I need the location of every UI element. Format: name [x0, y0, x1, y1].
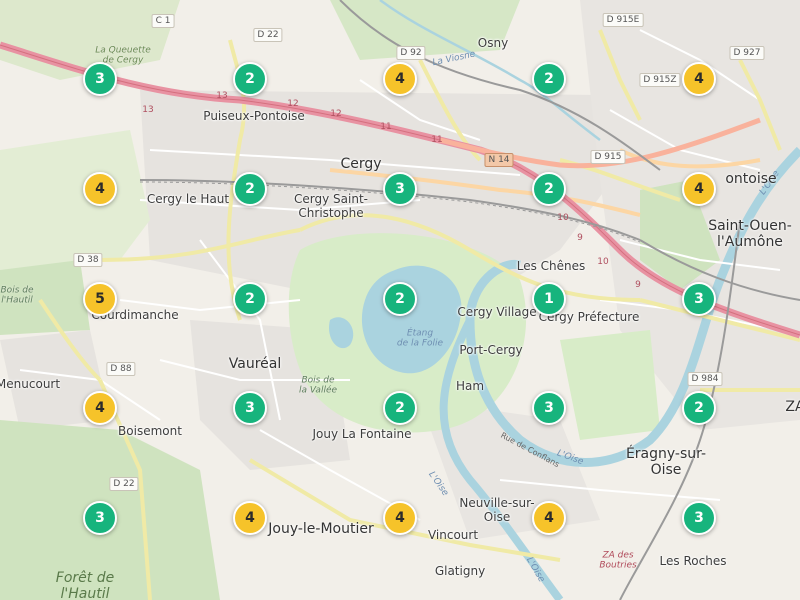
road-ref-d915z: D 915Z: [639, 73, 681, 87]
place-neuville-sur-oise: Neuville-sur- Oise: [459, 496, 535, 524]
place-eragny-sur-oise: Éragny-sur- Oise: [625, 445, 707, 478]
exit-number: 11: [431, 134, 443, 145]
cluster-marker[interactable]: 3: [682, 501, 716, 535]
place-jouy-le-moutier: Jouy-le-Moutier: [268, 520, 374, 537]
road-ref-n14: N 14: [484, 153, 514, 167]
cluster-marker[interactable]: 3: [233, 391, 267, 425]
exit-number: 10: [597, 256, 609, 267]
place-cergy-village: Cergy Village: [457, 305, 537, 320]
place-saint-ouen-laumone: Saint-Ouen- l'Aumône: [708, 217, 792, 250]
cluster-marker[interactable]: 4: [383, 501, 417, 535]
road-ref-d984: D 984: [687, 372, 723, 386]
cluster-marker[interactable]: 4: [682, 172, 716, 206]
label-bois-hautil: Bois de l'Hautil: [0, 285, 34, 306]
cluster-marker[interactable]: 4: [83, 172, 117, 206]
cluster-marker[interactable]: 2: [233, 172, 267, 206]
cluster-marker[interactable]: 4: [532, 501, 566, 535]
place-les-chenes: Les Chênes: [516, 259, 586, 274]
cluster-marker[interactable]: 3: [682, 282, 716, 316]
cluster-marker[interactable]: 2: [233, 62, 267, 96]
cluster-marker[interactable]: 4: [383, 62, 417, 96]
place-cergy: Cergy: [340, 155, 382, 172]
exit-number: 13: [142, 104, 154, 115]
farmland: [0, 130, 150, 270]
label-za-boutries: ZA des Boutries: [599, 550, 637, 571]
road-ref-d22-south: D 22: [109, 477, 139, 491]
cluster-marker[interactable]: 2: [682, 391, 716, 425]
cluster-marker[interactable]: 2: [233, 282, 267, 316]
cluster-marker[interactable]: 3: [83, 62, 117, 96]
place-cergy-le-haut: Cergy le Haut: [146, 192, 230, 207]
cluster-marker[interactable]: 1: [532, 282, 566, 316]
road-ref-d915e: D 915E: [602, 13, 644, 27]
road-ref-d88: D 88: [106, 362, 136, 376]
place-glatigny: Glatigny: [434, 564, 486, 579]
exit-number: 11: [380, 121, 392, 132]
road-ref-d927: D 927: [729, 46, 765, 60]
place-boisemont: Boisemont: [118, 424, 182, 439]
cluster-marker[interactable]: 4: [233, 501, 267, 535]
cluster-marker[interactable]: 5: [83, 282, 117, 316]
label-bois-vallee: Bois de la Vallée: [298, 375, 338, 396]
cluster-marker[interactable]: 2: [532, 62, 566, 96]
road-ref-d38: D 38: [73, 253, 103, 267]
cluster-marker[interactable]: 4: [682, 62, 716, 96]
place-pontoise: ontoise: [725, 170, 777, 187]
road-ref-d92: D 92: [396, 46, 426, 60]
place-vaureal: Vauréal: [228, 355, 282, 372]
cluster-marker[interactable]: 4: [83, 391, 117, 425]
place-osny: Osny: [477, 36, 509, 51]
map-canvas[interactable]: C 1 D 22 D 92 D 915E D 927 D 915Z D 915 …: [0, 0, 800, 600]
exit-number: 10: [557, 212, 569, 223]
cluster-marker[interactable]: 2: [532, 172, 566, 206]
exit-number: 12: [330, 108, 342, 119]
label-etang: Étang de la Folie: [396, 328, 444, 349]
place-les-roches: Les Roches: [659, 554, 727, 569]
place-jouy-la-fontaine: Jouy La Fontaine: [312, 427, 412, 442]
place-puiseux-pontoise: Puiseux-Pontoise: [203, 109, 305, 124]
exit-number: 12: [287, 98, 299, 109]
road-ref-d915: D 915: [590, 150, 626, 164]
cluster-marker[interactable]: 3: [532, 391, 566, 425]
place-foret-de-lhautil: Forêt de l'Hautil: [55, 569, 115, 600]
exit-number: 9: [635, 279, 641, 290]
place-ham: Ham: [455, 379, 485, 394]
road-ref-c1: C 1: [151, 14, 175, 28]
exit-number: 9: [577, 232, 583, 243]
cluster-marker[interactable]: 2: [383, 391, 417, 425]
place-menucourt: Menucourt: [0, 377, 61, 392]
exit-number: 13: [216, 90, 228, 101]
road-ref-d22: D 22: [253, 28, 283, 42]
place-port-cergy: Port-Cergy: [459, 343, 523, 358]
cluster-marker[interactable]: 3: [383, 172, 417, 206]
cluster-marker[interactable]: 3: [83, 501, 117, 535]
place-vincourt: Vincourt: [427, 528, 479, 543]
place-cergy-saint-christophe: Cergy Saint- Christophe: [294, 192, 368, 220]
cluster-marker[interactable]: 2: [383, 282, 417, 316]
place-za: ZA: [785, 398, 800, 415]
